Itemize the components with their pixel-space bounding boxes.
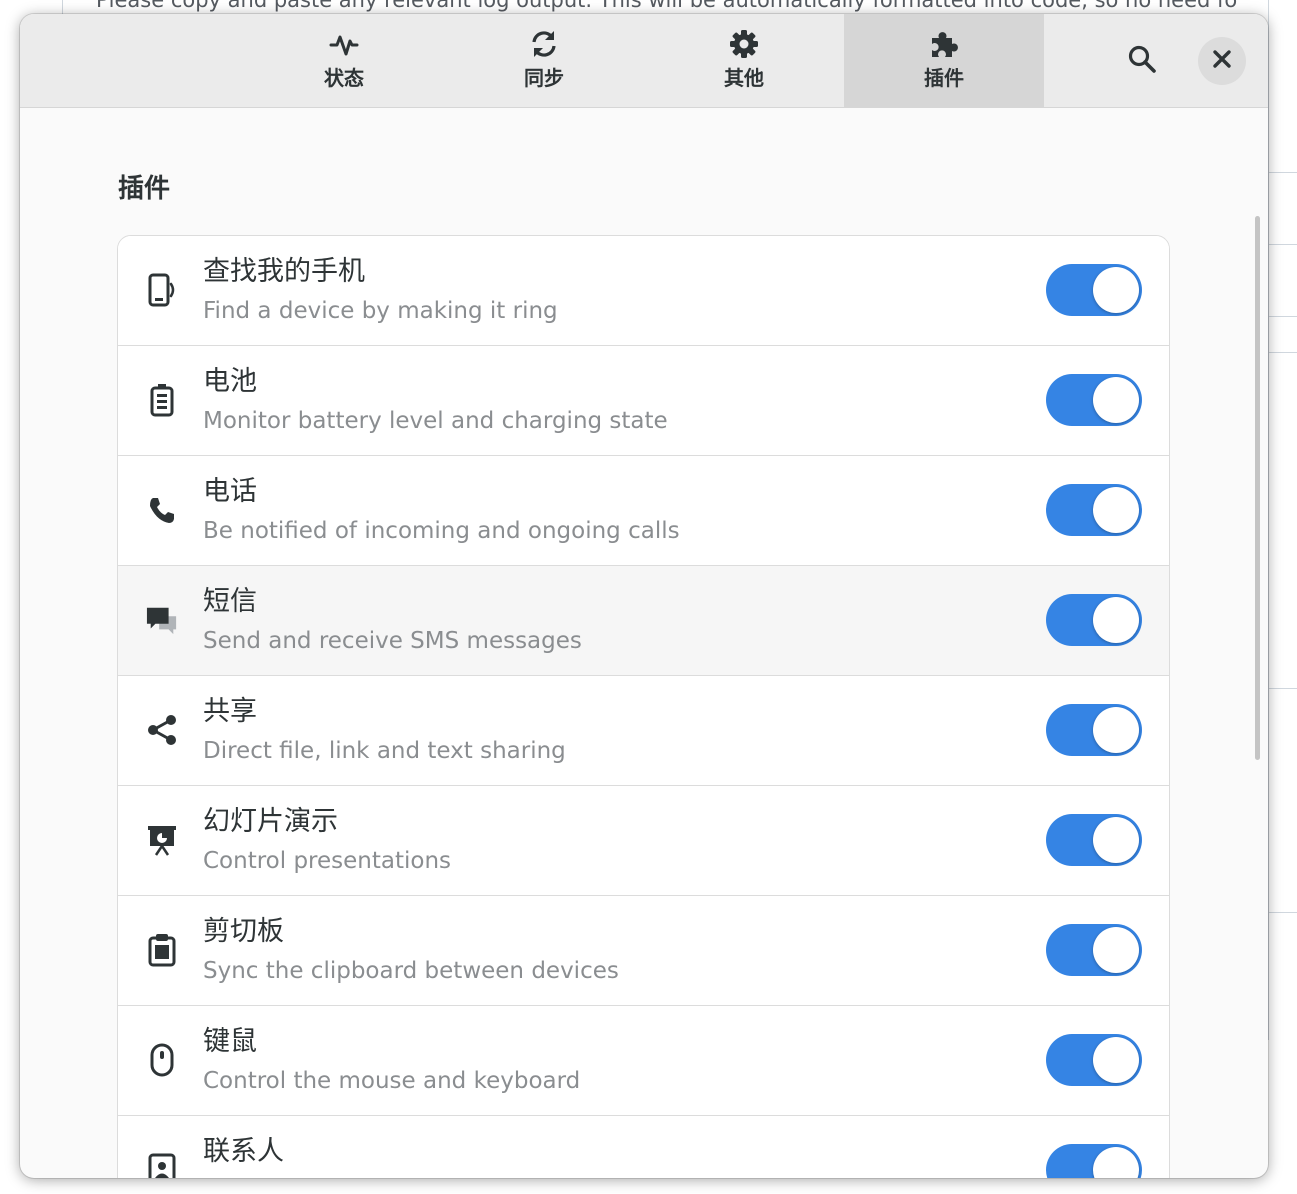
background-divider	[1268, 316, 1297, 317]
search-icon	[1127, 44, 1157, 78]
plugin-subtitle: Control presentations	[203, 848, 452, 874]
background-divider	[1268, 688, 1297, 689]
plugin-title: 键鼠	[203, 1026, 257, 1057]
presentation-icon	[146, 822, 178, 858]
contacts-icon	[146, 1152, 178, 1178]
plugin-row-clipboard[interactable]: 剪切板 Sync the clipboard between devices	[118, 896, 1169, 1006]
plugin-title: 电池	[203, 366, 257, 397]
plugin-title: 剪切板	[203, 916, 284, 947]
gear-icon	[729, 28, 759, 60]
sync-icon	[528, 28, 560, 60]
phone-icon	[146, 492, 178, 528]
plugin-row-contacts[interactable]: 联系人	[118, 1116, 1169, 1178]
plugins-page: 插件 查找我的手机 Find a device by making it rin…	[20, 108, 1268, 1178]
toggle-knob	[1093, 1037, 1139, 1083]
plugin-toggle[interactable]	[1046, 264, 1142, 316]
battery-icon	[146, 382, 178, 418]
plugin-title: 共享	[203, 696, 257, 727]
section-title: 插件	[118, 174, 171, 204]
plugin-row-sms[interactable]: 短信 Send and receive SMS messages	[118, 566, 1169, 676]
toggle-knob	[1093, 1147, 1139, 1178]
tab-sync-label: 同步	[524, 66, 564, 90]
tab-status[interactable]: 状态	[244, 14, 444, 107]
clipboard-icon	[146, 932, 178, 968]
plugin-toggle[interactable]	[1046, 814, 1142, 866]
tab-sync[interactable]: 同步	[444, 14, 644, 107]
plugin-row-battery[interactable]: 电池 Monitor battery level and charging st…	[118, 346, 1169, 456]
toggle-knob	[1093, 267, 1139, 313]
puzzle-icon	[929, 28, 959, 60]
search-button[interactable]	[1120, 40, 1164, 82]
plugin-row-phone[interactable]: 电话 Be notified of incoming and ongoing c…	[118, 456, 1169, 566]
share-icon	[146, 712, 178, 748]
tab-other[interactable]: 其他	[644, 14, 844, 107]
plugin-toggle[interactable]	[1046, 704, 1142, 756]
toggle-knob	[1093, 597, 1139, 643]
plugin-toggle[interactable]	[1046, 594, 1142, 646]
background-panel	[1268, 0, 1297, 1040]
preferences-window: 状态 同步 其他 插件 插件 查找我的手机 Find a device by m…	[20, 14, 1268, 1178]
plugin-list: 查找我的手机 Find a device by making it ring 电…	[117, 235, 1170, 1178]
plugin-subtitle: Send and receive SMS messages	[203, 628, 582, 654]
background-divider	[1268, 912, 1297, 913]
plugin-subtitle: Be notified of incoming and ongoing call…	[203, 518, 680, 544]
toggle-knob	[1093, 927, 1139, 973]
chat-icon	[146, 602, 178, 638]
background-border	[62, 0, 63, 14]
plugin-subtitle: Sync the clipboard between devices	[203, 958, 619, 984]
close-icon	[1212, 49, 1232, 73]
plugin-title: 幻灯片演示	[203, 806, 338, 837]
activity-icon	[329, 28, 359, 60]
background-text: Please copy and paste any relevant log o…	[96, 0, 1238, 12]
plugin-title: 查找我的手机	[203, 256, 365, 287]
toggle-knob	[1093, 377, 1139, 423]
background-divider	[1268, 172, 1297, 173]
plugin-toggle[interactable]	[1046, 484, 1142, 536]
plugin-row-presentation[interactable]: 幻灯片演示 Control presentations	[118, 786, 1169, 896]
tab-plugins[interactable]: 插件	[844, 14, 1044, 107]
plugin-subtitle: Direct file, link and text sharing	[203, 738, 566, 764]
header-bar: 状态 同步 其他 插件	[20, 14, 1268, 108]
plugin-title: 电话	[203, 476, 257, 507]
tab-plugins-label: 插件	[924, 66, 964, 90]
close-button[interactable]	[1198, 37, 1246, 85]
plugin-subtitle: Find a device by making it ring	[203, 298, 558, 324]
plugin-toggle[interactable]	[1046, 1144, 1142, 1178]
plugin-toggle[interactable]	[1046, 374, 1142, 426]
toggle-knob	[1093, 487, 1139, 533]
toggle-knob	[1093, 817, 1139, 863]
mouse-icon	[146, 1042, 178, 1078]
plugin-row-share[interactable]: 共享 Direct file, link and text sharing	[118, 676, 1169, 786]
plugin-row-mouse-keyboard[interactable]: 键鼠 Control the mouse and keyboard	[118, 1006, 1169, 1116]
background-divider	[1268, 244, 1297, 245]
tab-status-label: 状态	[324, 66, 364, 90]
plugin-toggle[interactable]	[1046, 1034, 1142, 1086]
plugin-subtitle: Control the mouse and keyboard	[203, 1068, 581, 1094]
plugin-row-find-phone[interactable]: 查找我的手机 Find a device by making it ring	[118, 236, 1169, 346]
background-divider	[1268, 352, 1297, 353]
tab-other-label: 其他	[724, 66, 764, 90]
plugin-title: 联系人	[203, 1136, 284, 1167]
find-phone-icon	[146, 272, 178, 308]
toggle-knob	[1093, 707, 1139, 753]
plugin-title: 短信	[203, 586, 257, 617]
scrollbar[interactable]	[1255, 216, 1260, 760]
plugin-toggle[interactable]	[1046, 924, 1142, 976]
plugin-subtitle: Monitor battery level and charging state	[203, 408, 668, 434]
